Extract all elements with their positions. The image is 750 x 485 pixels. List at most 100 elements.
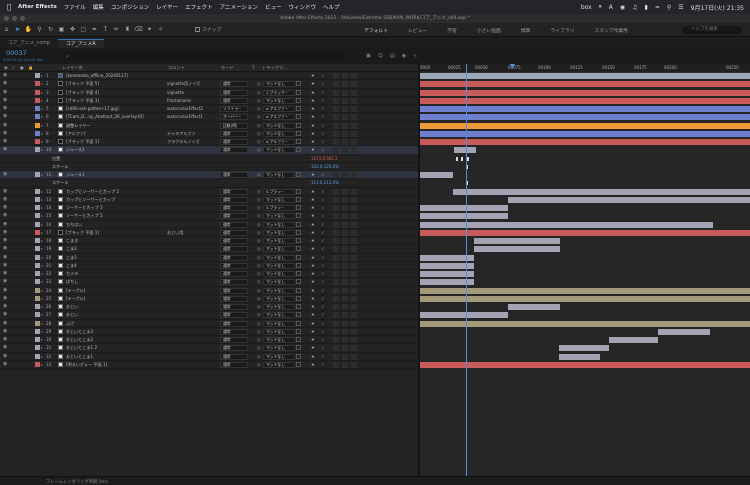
label-color-swatch[interactable] (35, 147, 40, 153)
layer-duration-bar[interactable] (508, 304, 560, 311)
layer-row[interactable]: ◉ ▸ 13 カップとソーサーとカップ 通常 ◎ マットなし ♠ ∕ (0, 196, 418, 204)
quality-switch-icon[interactable]: ∕ (322, 89, 323, 96)
layer-row[interactable]: ◉ ▸ 10 ジュース2 通常 ◎ マットなし ♠ ∕ (0, 146, 418, 155)
layer-name[interactable]: おじいとこま1 (66, 353, 93, 360)
layer-duration-bar[interactable] (420, 73, 750, 80)
label-color-swatch[interactable] (35, 229, 40, 235)
label-color-swatch[interactable] (35, 287, 40, 293)
motion-blur-switch[interactable] (342, 114, 348, 121)
layer-name[interactable]: おじい (66, 311, 78, 318)
layer-row[interactable]: ◉ ▸ 2 [ブラック 平面 5] vignette用ノイズ 通常 ◎ マットなし ♠ ∕ (0, 80, 418, 89)
motion-blur-switch[interactable] (342, 106, 348, 112)
preserve-transparency-icon[interactable]: ◎ (257, 336, 261, 343)
label-color-swatch[interactable] (35, 213, 40, 219)
adjustment-switch[interactable] (351, 139, 357, 145)
blend-mode-select[interactable]: 通常 (220, 262, 248, 269)
blend-mode-select[interactable]: 通常 (220, 287, 248, 294)
effect-switch[interactable] (333, 205, 339, 211)
shy-switch-icon[interactable]: ♠ (311, 344, 315, 351)
preserve-transparency-icon[interactable]: ◎ (257, 89, 261, 96)
visibility-eye-icon[interactable]: ◉ (3, 188, 7, 195)
shy-switch-icon[interactable]: ♠ (311, 80, 315, 87)
matte-invert-checkbox[interactable] (296, 238, 301, 243)
layer-name[interactable]: [komaneko_offline_20240117] (66, 72, 128, 79)
adjustment-switch[interactable] (351, 97, 357, 104)
hand-tool-icon[interactable]: ✋ (24, 25, 33, 34)
layer-row[interactable]: ◉ ▸ 27 おじい 通常 ◎ マットなし ♠ ∕ (0, 311, 418, 320)
effect-switch[interactable] (333, 172, 339, 178)
track-matte-select[interactable]: マットなし (263, 97, 295, 104)
adjustment-switch[interactable] (351, 287, 357, 294)
quality-switch-icon[interactable]: ∕ (322, 254, 323, 261)
effect-switch[interactable] (333, 279, 339, 286)
preserve-transparency-icon[interactable]: ◎ (257, 270, 261, 277)
label-color-swatch[interactable] (35, 89, 40, 95)
adjustment-switch[interactable] (351, 304, 357, 310)
adjustment-switch[interactable] (351, 254, 357, 261)
motion-blur-switch[interactable] (342, 221, 348, 228)
layer-name[interactable]: カップとソーサーとカップ 2 (66, 188, 119, 195)
blend-mode-select[interactable]: 通常 (220, 97, 248, 104)
layer-comment[interactable]: vignette (167, 89, 184, 96)
expand-triangle-icon[interactable]: ▸ (41, 146, 43, 153)
matte-invert-checkbox[interactable] (296, 345, 301, 351)
motion-blur-switch[interactable] (342, 337, 348, 343)
layer-row[interactable]: ◉ ▸ 9 [ブラック 平面 1] フラクタルノイズ 通常 ◎ α アルファ~ ♠ ∕ (0, 138, 418, 147)
matte-invert-checkbox[interactable] (296, 254, 301, 260)
visibility-eye-icon[interactable]: ◉ (3, 303, 7, 310)
snap-checkbox[interactable] (195, 27, 200, 32)
label-color-swatch[interactable] (35, 196, 40, 202)
matte-invert-checkbox[interactable] (296, 279, 301, 285)
layer-row[interactable]: ◉ ▸ 23 ぱちし 通常 ◎ マットなし ♠ ∕ (0, 278, 418, 287)
shy-switch-icon[interactable]: ♠ (311, 122, 315, 129)
layer-name[interactable]: こま2 (66, 245, 77, 252)
motion-blur-switch[interactable] (342, 213, 348, 220)
quality-switch-icon[interactable]: ∕ (322, 262, 323, 269)
visibility-eye-icon[interactable]: ◉ (3, 353, 7, 360)
layer-search-input[interactable]: ρ. (62, 52, 344, 60)
motion-blur-switch[interactable] (342, 147, 348, 154)
layer-duration-bar[interactable] (559, 353, 600, 360)
preserve-transparency-icon[interactable]: ◎ (257, 188, 261, 195)
layer-name[interactable]: [アルファ] (66, 130, 86, 137)
matte-invert-checkbox[interactable] (296, 81, 301, 87)
layer-row[interactable]: ◉ ▸ 31 おじいとこま1 2 通常 ◎ マットなし ♠ ∕ (0, 344, 418, 353)
shy-switch-icon[interactable]: ♠ (311, 138, 315, 145)
puppet-tool-icon[interactable]: ✧ (156, 25, 165, 34)
matte-invert-checkbox[interactable] (296, 353, 301, 359)
adjustment-switch[interactable] (351, 221, 357, 228)
track-matte-select[interactable]: α アルファ~ (263, 106, 295, 112)
adjustment-switch[interactable] (351, 229, 357, 236)
expand-triangle-icon[interactable]: ▸ (41, 344, 43, 351)
track-matte-select[interactable]: マットなし (263, 320, 295, 327)
layer-name[interactable]: [明るいグレー 平面 1] (66, 361, 107, 368)
blend-mode-select[interactable]: 通常 (220, 221, 248, 228)
menu-help[interactable]: ヘルプ (323, 3, 340, 11)
shy-switch-icon[interactable]: ♠ (311, 130, 315, 137)
matte-invert-checkbox[interactable] (296, 271, 301, 276)
quality-switch-icon[interactable]: ∕ (322, 229, 323, 236)
adjustment-switch[interactable] (351, 238, 357, 244)
preserve-transparency-icon[interactable]: ◎ (257, 287, 261, 294)
expand-triangle-icon[interactable]: ▸ (41, 80, 43, 87)
home-icon[interactable]: ⌂ (2, 25, 11, 34)
expand-triangle-icon[interactable]: ▸ (41, 212, 43, 219)
layer-row[interactable]: ◉ ▸ 33 [明るいグレー 平面 1] 通常 ◎ マットなし ♠ ∕ (0, 361, 418, 369)
motion-blur-switch[interactable] (342, 353, 348, 360)
expand-triangle-icon[interactable]: ▸ (41, 295, 43, 302)
quality-switch-icon[interactable]: ∕ (322, 146, 323, 153)
preserve-transparency-icon[interactable]: ◎ (257, 262, 261, 269)
motion-blur-switch[interactable] (342, 312, 348, 319)
preserve-transparency-icon[interactable]: ◎ (257, 80, 261, 87)
motion-blur-switch[interactable] (342, 229, 348, 236)
layer-duration-bar[interactable] (420, 172, 453, 179)
shy-switch-icon[interactable]: ♠ (311, 97, 315, 104)
layer-name[interactable]: [ブラック 平面 1] (66, 138, 99, 145)
track-matte-select[interactable]: マットなし (263, 213, 295, 220)
blend-mode-select[interactable]: 通常 (220, 139, 248, 145)
label-color-swatch[interactable] (35, 304, 40, 309)
visibility-eye-icon[interactable]: ◉ (3, 262, 7, 269)
menu-app-name[interactable]: After Effects (18, 4, 57, 10)
matte-invert-checkbox[interactable] (296, 205, 301, 210)
layer-row[interactable]: ◉ ▸ 11 ジュース1 通常 ◎ マットなし ♠ ∕ (0, 171, 418, 180)
